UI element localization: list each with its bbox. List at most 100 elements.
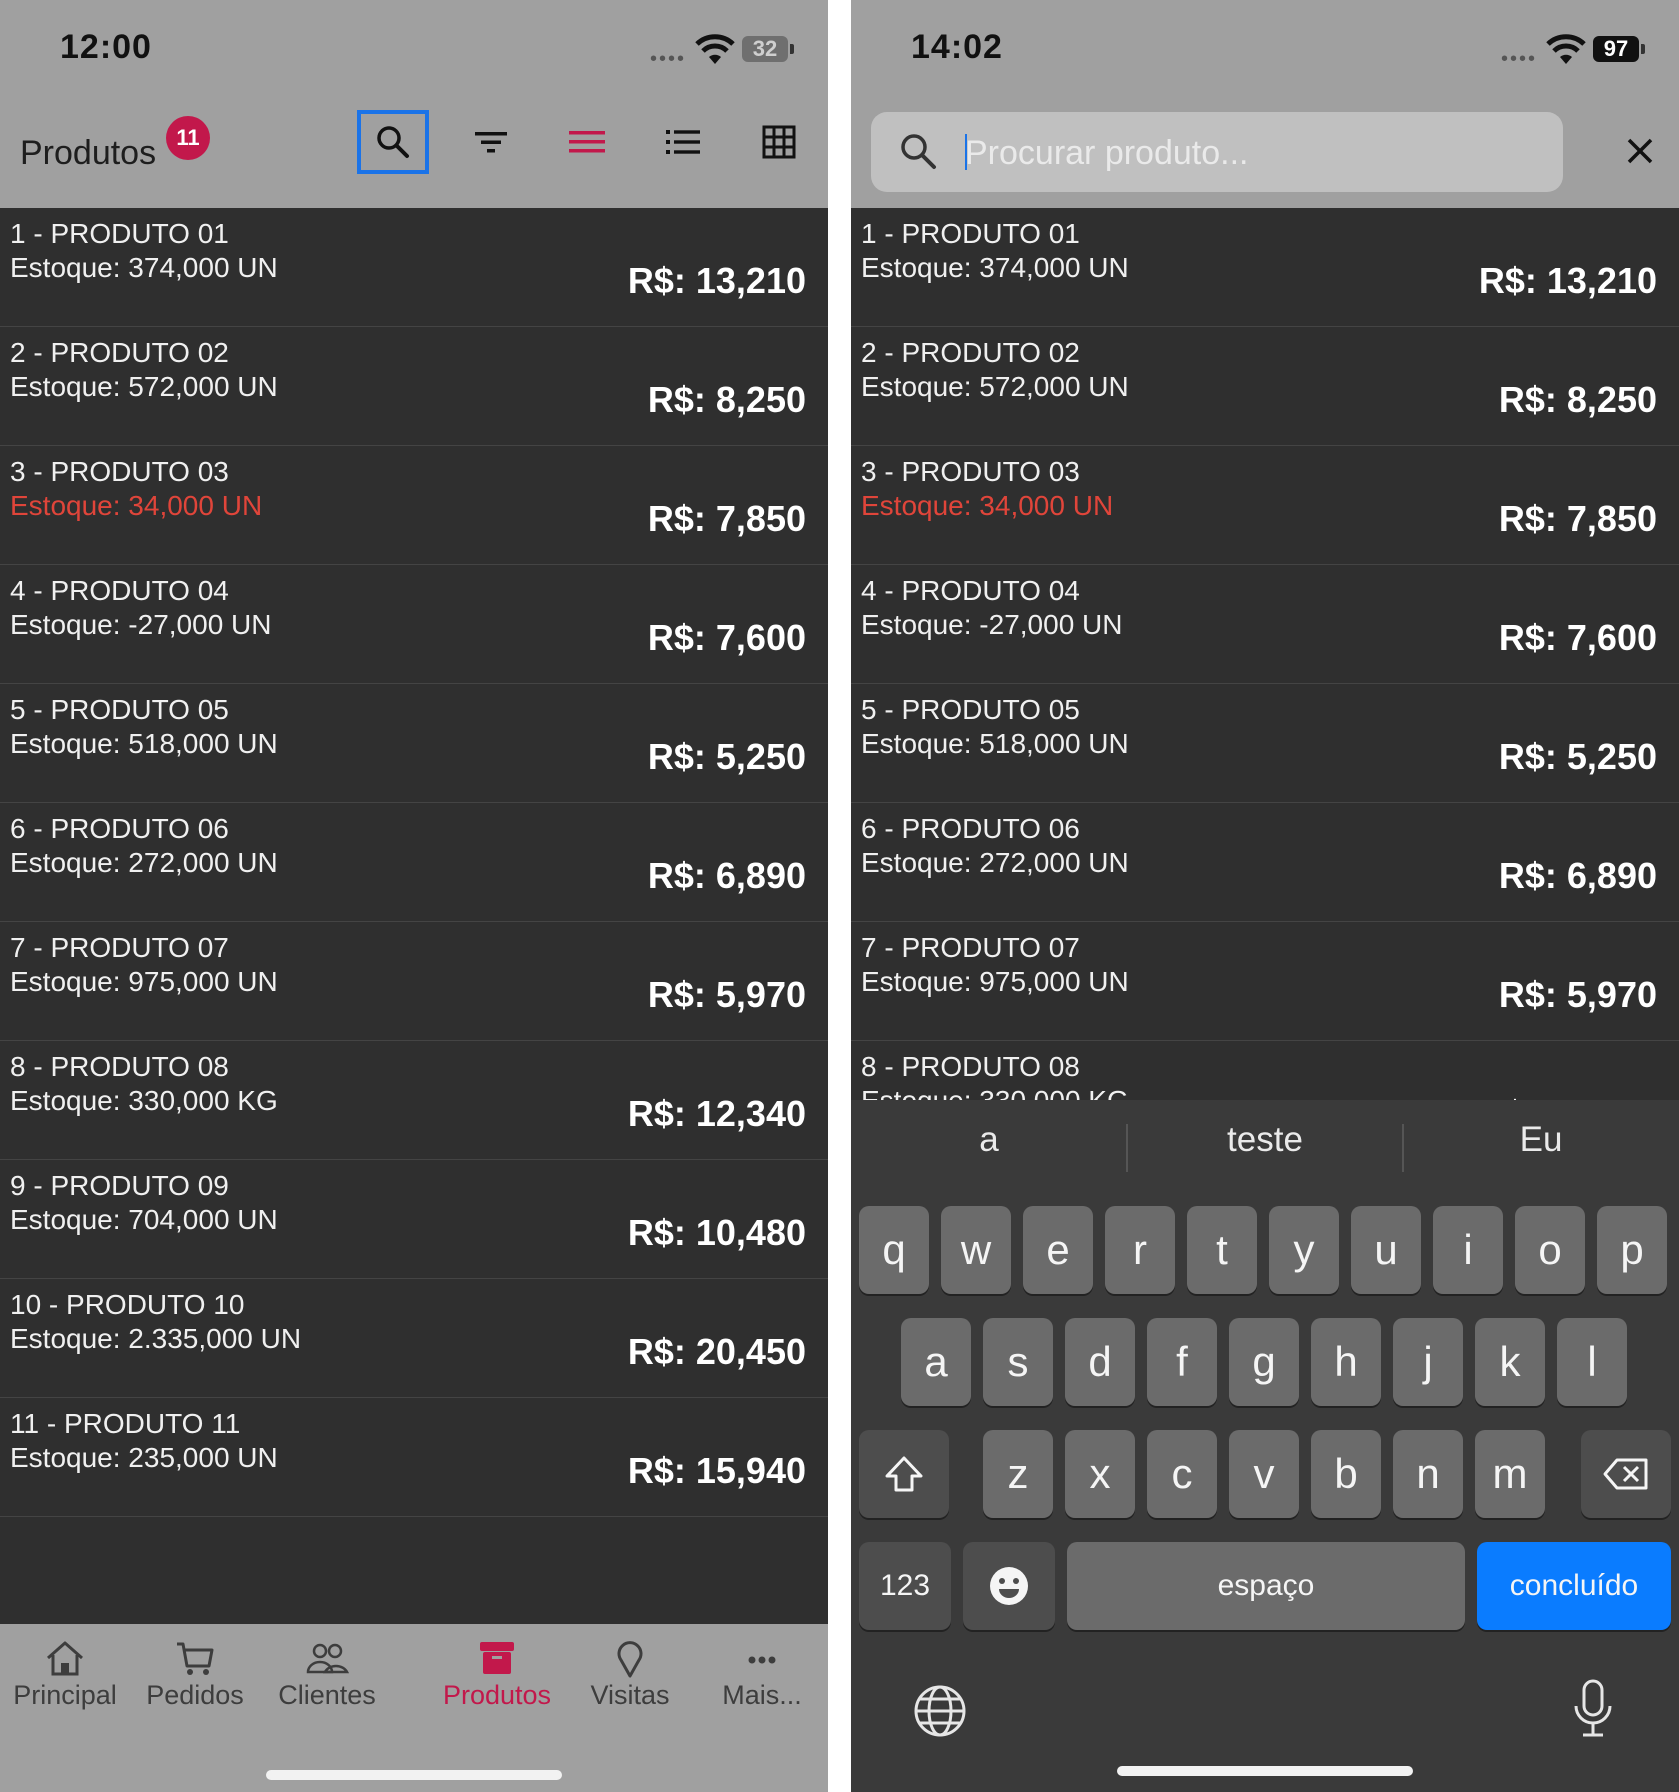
microphone-icon[interactable] <box>1571 1678 1615 1740</box>
shift-icon <box>885 1456 923 1492</box>
suggestion[interactable]: teste <box>1127 1120 1403 1160</box>
list-view-button[interactable] <box>647 110 719 174</box>
product-name: 8 - PRODUTO 08 <box>10 1051 229 1082</box>
key-h[interactable]: h <box>1311 1318 1381 1406</box>
product-name: 7 - PRODUTO 07 <box>861 932 1080 963</box>
key-j[interactable]: j <box>1393 1318 1463 1406</box>
nav-label: Mais... <box>722 1680 802 1710</box>
product-row[interactable]: 4 - PRODUTO 04 Estoque: -27,000 UN R$: 7,6… <box>0 565 828 684</box>
key-b[interactable]: b <box>1311 1430 1381 1518</box>
product-name: 9 - PRODUTO 09 <box>10 1170 229 1201</box>
product-row[interactable]: 9 - PRODUTO 09 Estoque: 704,000 UN R$: 10,… <box>0 1160 828 1279</box>
more-icon <box>748 1656 776 1664</box>
search-button[interactable] <box>357 110 429 174</box>
emoji-key[interactable] <box>963 1542 1055 1630</box>
product-name: 6 - PRODUTO 06 <box>10 813 229 844</box>
status-bar: 12:00 •••• 32 <box>0 0 828 100</box>
close-search-button[interactable] <box>1613 124 1667 178</box>
product-row[interactable]: 3 - PRODUTO 03 Estoque: 34,000 UN R$: 7,85… <box>0 446 828 565</box>
bottom-navigation: Principal Pedidos Clientes Produtos Visi… <box>0 1624 828 1792</box>
product-row[interactable]: 7 - PRODUTO 07 Estoque: 975,000 UN R$: 5,9… <box>0 922 828 1041</box>
numbers-key[interactable]: 123 <box>859 1542 951 1630</box>
globe-icon[interactable] <box>913 1684 967 1738</box>
key-l[interactable]: l <box>1557 1318 1627 1406</box>
product-row[interactable]: 10 - PRODUTO 10 Estoque: 2.335,000 UN R$: … <box>0 1279 828 1398</box>
users-icon <box>306 1643 349 1674</box>
cellular-signal-icon: •••• <box>650 48 687 70</box>
product-row[interactable]: 1 - PRODUTO 01 Estoque: 374,000 UN R$: 13,… <box>0 208 828 327</box>
nav-label: Produtos <box>442 1680 552 1710</box>
product-row[interactable]: 11 - PRODUTO 11 Estoque: 235,000 UN R$: 15… <box>0 1398 828 1517</box>
nav-label: Clientes <box>278 1680 376 1710</box>
key-a[interactable]: a <box>901 1318 971 1406</box>
key-t[interactable]: t <box>1187 1206 1257 1294</box>
done-key[interactable]: concluído <box>1477 1542 1671 1630</box>
key-m[interactable]: m <box>1475 1430 1545 1518</box>
product-row[interactable]: 1 - PRODUTO 01 Estoque: 374,000 UN R$: 13,… <box>851 208 1679 327</box>
key-v[interactable]: v <box>1229 1430 1299 1518</box>
key-e[interactable]: e <box>1023 1206 1093 1294</box>
grid-view-button[interactable] <box>743 110 815 174</box>
key-n[interactable]: n <box>1393 1430 1463 1518</box>
battery-icon: 32 <box>742 36 788 62</box>
key-s[interactable]: s <box>983 1318 1053 1406</box>
product-row[interactable]: 5 - PRODUTO 05 Estoque: 518,000 UN R$: 5,2… <box>851 684 1679 803</box>
text-cursor <box>965 134 967 170</box>
key-o[interactable]: o <box>1515 1206 1585 1294</box>
product-stock: Estoque: -27,000 UN <box>10 609 272 640</box>
key-i[interactable]: i <box>1433 1206 1503 1294</box>
nav-item-mais[interactable]: Mais... <box>697 1638 827 1711</box>
nav-item-produtos[interactable]: Produtos <box>432 1638 562 1711</box>
product-name: 10 - PRODUTO 10 <box>10 1289 245 1320</box>
key-r[interactable]: r <box>1105 1206 1175 1294</box>
product-row[interactable]: 5 - PRODUTO 05 Estoque: 518,000 UN R$: 5,2… <box>0 684 828 803</box>
product-row[interactable]: 8 - PRODUTO 08Estoque: 330,000 KG R$: 12,… <box>0 1041 828 1160</box>
product-row[interactable]: 7 - PRODUTO 07 Estoque: 975,000 UN R$: 5,9… <box>851 922 1679 1041</box>
product-row[interactable]: 6 - PRODUTO 06 Estoque: 272,000 UN R$: 6,8… <box>851 803 1679 922</box>
key-c[interactable]: c <box>1147 1430 1217 1518</box>
search-box[interactable] <box>871 112 1563 192</box>
key-w[interactable]: w <box>941 1206 1011 1294</box>
key-q[interactable]: q <box>859 1206 929 1294</box>
filter-button[interactable] <box>455 110 527 174</box>
product-price: R$: 7,850 <box>647 498 806 539</box>
nav-item-visitas[interactable]: Visitas <box>565 1638 695 1711</box>
key-p[interactable]: p <box>1597 1206 1667 1294</box>
product-stock: Estoque: 235,000 UN <box>10 1442 278 1473</box>
key-g[interactable]: g <box>1229 1318 1299 1406</box>
key-z[interactable]: z <box>983 1430 1053 1518</box>
count-badge: 11 <box>166 116 210 160</box>
products-screen: 12:00 •••• 32 Produtos 11 1 - PRODUTO 01… <box>0 0 828 1792</box>
product-name: 3 - PRODUTO 03 <box>10 456 229 487</box>
key-k[interactable]: k <box>1475 1318 1545 1406</box>
key-x[interactable]: x <box>1065 1430 1135 1518</box>
product-name: 5 - PRODUTO 05 <box>861 694 1080 725</box>
backspace-icon <box>1603 1458 1648 1490</box>
emoji-icon <box>990 1567 1028 1605</box>
shift-key[interactable] <box>859 1430 949 1518</box>
nav-item-pedidos[interactable]: Pedidos <box>130 1638 260 1711</box>
wifi-icon <box>1546 34 1586 64</box>
space-key[interactable]: espaço <box>1067 1542 1465 1630</box>
search-input[interactable] <box>963 122 1547 184</box>
product-row[interactable]: 3 - PRODUTO 03 Estoque: 34,000 UN R$: 7,85… <box>851 446 1679 565</box>
product-stock: Estoque: 704,000 UN <box>10 1204 278 1235</box>
product-row[interactable]: 6 - PRODUTO 06 Estoque: 272,000 UN R$: 6,8… <box>0 803 828 922</box>
product-stock: Estoque: 374,000 UN <box>10 252 278 283</box>
status-bar: 14:02 •••• 97 <box>851 0 1679 100</box>
key-y[interactable]: y <box>1269 1206 1339 1294</box>
key-d[interactable]: d <box>1065 1318 1135 1406</box>
key-f[interactable]: f <box>1147 1318 1217 1406</box>
nav-item-principal[interactable]: Principal <box>0 1638 130 1711</box>
product-row[interactable]: 4 - PRODUTO 04 Estoque: -27,000 UN R$: 7,6… <box>851 565 1679 684</box>
product-row[interactable]: 2 - PRODUTO 02 Estoque: 572,000 UN R$: 8,2… <box>851 327 1679 446</box>
product-row[interactable]: 2 - PRODUTO 02 Estoque: 572,000 UN R$: 8,2… <box>0 327 828 446</box>
home-indicator[interactable] <box>266 1770 562 1780</box>
backspace-key[interactable] <box>1581 1430 1671 1518</box>
compact-view-button[interactable] <box>551 110 623 174</box>
key-u[interactable]: u <box>1351 1206 1421 1294</box>
nav-item-clientes[interactable]: Clientes <box>262 1638 392 1711</box>
home-indicator[interactable] <box>1117 1766 1413 1776</box>
suggestion[interactable]: a <box>851 1120 1127 1160</box>
suggestion[interactable]: Eu <box>1403 1120 1679 1160</box>
